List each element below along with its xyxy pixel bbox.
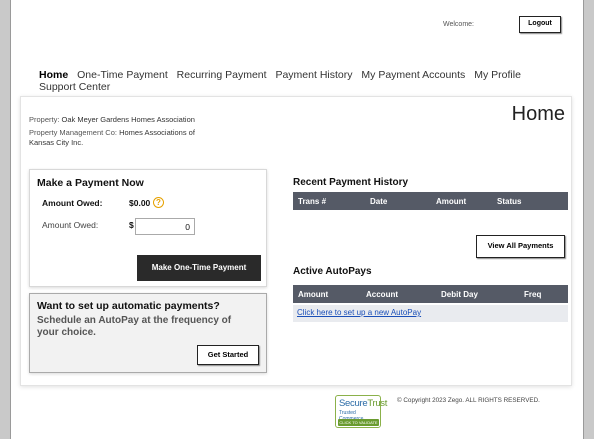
recent-payment-history-title: Recent Payment History (293, 177, 409, 188)
make-payment-title: Make a Payment Now (37, 177, 144, 189)
column-header: Freq (524, 290, 542, 299)
column-header: Status (497, 197, 522, 206)
seal-validate-label: CLICK TO VALIDATE (338, 419, 379, 426)
make-payment-card: Make a Payment Now Amount Owed: $0.00 ? … (29, 169, 267, 287)
payment-history-table-header: Trans # Date Amount Status (293, 192, 568, 210)
view-all-payments-button[interactable]: View All Payments (476, 235, 565, 258)
nav-item-payment-history[interactable]: Payment History (275, 69, 352, 81)
management-value-2: Kansas City Inc. (29, 138, 84, 147)
main-panel: Property: Oak Meyer Gardens Homes Associ… (20, 96, 572, 386)
currency-symbol: $ (129, 220, 134, 230)
nav-item-support-center[interactable]: Support Center (39, 81, 110, 93)
column-header: Amount (436, 197, 467, 206)
amount-input[interactable] (135, 218, 195, 235)
nav-item-my-profile[interactable]: My Profile (474, 69, 521, 81)
copyright-text: © Copyright 2023 Zego. ALL RIGHTS RESERV… (397, 397, 540, 404)
column-header: Account (366, 290, 398, 299)
property-line: Property: Oak Meyer Gardens Homes Associ… (29, 115, 195, 125)
autopay-promo-title: Want to set up automatic payments? (37, 300, 220, 312)
property-value: Oak Meyer Gardens Homes Association (61, 115, 195, 124)
welcome-label: Welcome: (443, 21, 474, 28)
setup-autopay-link[interactable]: Click here to set up a new AutoPay (297, 308, 421, 317)
active-autopays-title: Active AutoPays (293, 266, 372, 277)
logout-button[interactable]: Logout (519, 16, 561, 33)
amount-owed-value: $0.00 (129, 198, 151, 208)
help-icon[interactable]: ? (153, 197, 164, 208)
autopays-table-header: Amount Account Debit Day Freq (293, 285, 568, 303)
management-label: Property Management Co: (29, 128, 117, 137)
column-header: Trans # (298, 197, 327, 206)
get-started-button[interactable]: Get Started (197, 345, 259, 365)
column-header: Debit Day (441, 290, 478, 299)
make-one-time-payment-button[interactable]: Make One-Time Payment (137, 255, 261, 281)
nav-item-one-time-payment[interactable]: One-Time Payment (77, 69, 168, 81)
main-nav: Home One-Time Payment Recurring Payment … (39, 69, 569, 93)
nav-item-home[interactable]: Home (39, 69, 68, 81)
autopay-promo-description: Schedule an AutoPay at the frequency of … (37, 315, 232, 338)
page-title: Home (511, 103, 565, 125)
nav-item-recurring-payment[interactable]: Recurring Payment (177, 69, 267, 81)
autopay-setup-row: Click here to set up a new AutoPay (293, 305, 568, 322)
management-value-1: Homes Associations of (119, 128, 195, 137)
column-header: Amount (298, 290, 329, 299)
amount-input-label: Amount Owed: (42, 220, 99, 230)
securetrust-seal[interactable]: SecureTrust Trusted Commerce CLICK TO VA… (335, 395, 387, 428)
top-bar: Welcome: Logout (443, 16, 561, 33)
autopay-promo-card: Want to set up automatic payments? Sched… (29, 293, 267, 373)
management-line: Property Management Co: Homes Associatio… (29, 128, 195, 148)
nav-item-my-payment-accounts[interactable]: My Payment Accounts (361, 69, 465, 81)
property-label: Property: (29, 115, 60, 124)
amount-owed-label: Amount Owed: (42, 198, 103, 208)
seal-logo-text: SecureTrust (339, 398, 388, 409)
column-header: Date (370, 197, 388, 206)
